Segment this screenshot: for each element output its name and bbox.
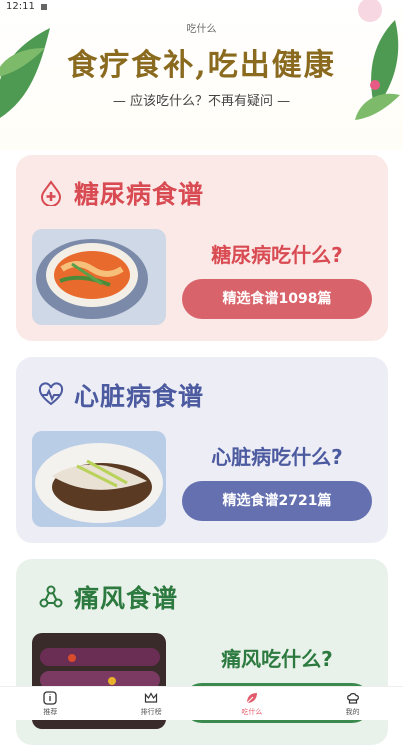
page-subtitle: — 应该吃什么？不再有疑问 — (112, 94, 291, 109)
page-headline: 食疗食补,吃出健康 (67, 48, 336, 83)
heart-pulse-icon (38, 382, 64, 406)
card-question: 痛风吃什么? (221, 647, 333, 671)
tab-ranking[interactable]: 排行榜 (101, 687, 202, 720)
status-bar: 12:11 (0, 0, 403, 14)
tab-label: 推荐 (43, 707, 58, 716)
leaf-icon (246, 692, 257, 703)
food-photo-shrimp (32, 229, 166, 325)
card-diabetes[interactable]: 糖尿病食谱 糖尿病吃什么? 精选食谱1098篇 (16, 155, 388, 341)
card-title-text: 痛风食谱 (74, 584, 179, 613)
card-title: 心脏病食谱 (38, 377, 204, 413)
status-icon (40, 4, 47, 10)
app-name: 吃什么 (186, 24, 217, 35)
food-photo-fish (32, 431, 166, 527)
tab-label: 吃什么 (241, 707, 263, 716)
medical-drop-icon (40, 180, 62, 206)
recipe-count-button[interactable]: 精选食谱2721篇 (182, 481, 372, 521)
info-icon (43, 690, 58, 705)
crown-icon (145, 691, 158, 703)
recipe-count-button[interactable]: 精选食谱1098篇 (182, 279, 372, 319)
hero-banner: 吃什么 食疗食补,吃出健康 — 应该吃什么？不再有疑问 — (0, 0, 403, 150)
status-time: 12:11 (6, 1, 35, 12)
card-question: 心脏病吃什么? (211, 445, 343, 469)
card-title: 糖尿病食谱 (38, 175, 204, 211)
triangle-circles-icon (39, 585, 63, 608)
card-title: 痛风食谱 (38, 579, 178, 615)
chef-hat-icon (346, 692, 359, 704)
tab-label: 排行榜 (140, 707, 162, 716)
tab-mine[interactable]: 我的 (302, 687, 403, 720)
tab-label: 我的 (345, 707, 360, 716)
tab-what-to-eat[interactable]: 吃什么 (202, 687, 303, 720)
card-title-text: 心脏病食谱 (74, 382, 205, 411)
card-title-text: 糖尿病食谱 (74, 180, 205, 209)
tab-recommend[interactable]: 推荐 (0, 687, 101, 720)
bottom-tab-bar: 推荐 排行榜 吃什么 我的 (0, 686, 403, 720)
card-question: 糖尿病吃什么? (211, 243, 343, 267)
card-heart-disease[interactable]: 心脏病食谱 心脏病吃什么? 精选食谱2721篇 (16, 357, 388, 543)
